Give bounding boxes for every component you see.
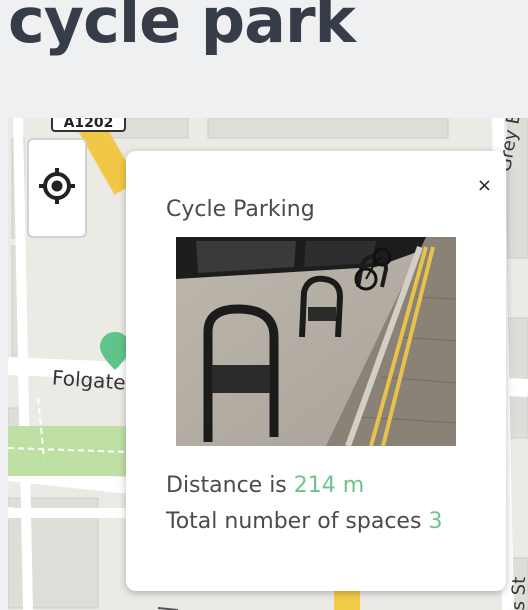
page-title: cycle park — [8, 0, 356, 57]
bike-rack-photo — [176, 237, 456, 446]
distance-row: Distance is 214 m — [166, 473, 364, 498]
popup-title: Cycle Parking — [166, 197, 315, 222]
distance-value: 214 m — [293, 473, 365, 498]
spaces-value: 3 — [428, 509, 443, 534]
street-label-bottom: s St — [508, 576, 528, 610]
cycle-parking-popup: × Cycle Parking Distance is 214 m Total … — [126, 151, 506, 591]
spaces-row: Total number of spaces 3 — [166, 509, 442, 534]
map-view[interactable]: A1202 Folgate Grey Eagle S s St × Cycle … — [8, 118, 528, 610]
crosshair-locate-icon — [39, 168, 75, 204]
spaces-label: Total number of spaces — [166, 509, 422, 534]
close-icon[interactable]: × — [477, 177, 492, 195]
road-shield-label: A1202 — [51, 118, 126, 132]
distance-label: Distance is — [166, 473, 287, 498]
locate-me-button[interactable] — [27, 138, 87, 238]
